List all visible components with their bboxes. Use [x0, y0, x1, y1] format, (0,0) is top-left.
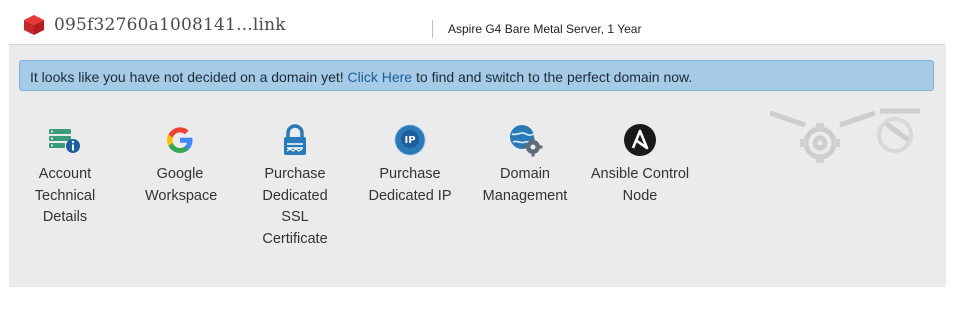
product-name: Aspire G4 Bare Metal Server, 1 Year: [448, 22, 642, 36]
gears-decoration-icon: [769, 108, 920, 163]
alert-text-after: to find and switch to the perfect domain…: [412, 69, 693, 85]
tile-ansible-control-node[interactable]: Ansible Control Node: [585, 122, 695, 207]
ansible-icon: [624, 124, 656, 156]
product-header: 095f32760a1008141...link Aspire G4 Bare …: [9, 5, 946, 45]
domain-gear-icon: [510, 125, 543, 157]
tile-purchase-ip[interactable]: IP Purchase Dedicated IP: [355, 122, 465, 207]
tile-label: Google Workspace: [145, 166, 218, 204]
domain-alert: It looks like you have not decided on a …: [19, 60, 934, 91]
svg-text:IP: IP: [404, 135, 415, 146]
tile-google-workspace[interactable]: Google Workspace: [125, 122, 235, 207]
tile-label: Purchase Dedicated IP: [368, 166, 452, 204]
tile-purchase-ssl[interactable]: Purchase Dedicated SSL Certificate: [240, 122, 350, 250]
account-details-icon: [49, 129, 80, 153]
tile-label: Account Technical Details: [34, 166, 96, 225]
domain-title: 095f32760a1008141...link: [54, 15, 286, 35]
tile-label: Purchase Dedicated SSL Certificate: [262, 166, 328, 247]
alert-text-before: It looks like you have not decided on a …: [30, 69, 348, 85]
tile-label: Ansible Control Node: [590, 166, 690, 204]
alert-message: It looks like you have not decided on a …: [30, 69, 692, 85]
tile-domain-management[interactable]: Domain Management: [470, 122, 580, 207]
tile-label: Domain Management: [482, 166, 568, 204]
google-icon: [167, 127, 193, 153]
ssl-lock-icon: [284, 124, 306, 155]
ip-icon: IP: [394, 124, 426, 156]
click-here-link[interactable]: Click Here: [348, 69, 413, 85]
tile-account-technical-details[interactable]: Account Technical Details: [10, 122, 120, 229]
header-divider: [432, 20, 433, 38]
cube-logo-icon: [24, 15, 44, 35]
